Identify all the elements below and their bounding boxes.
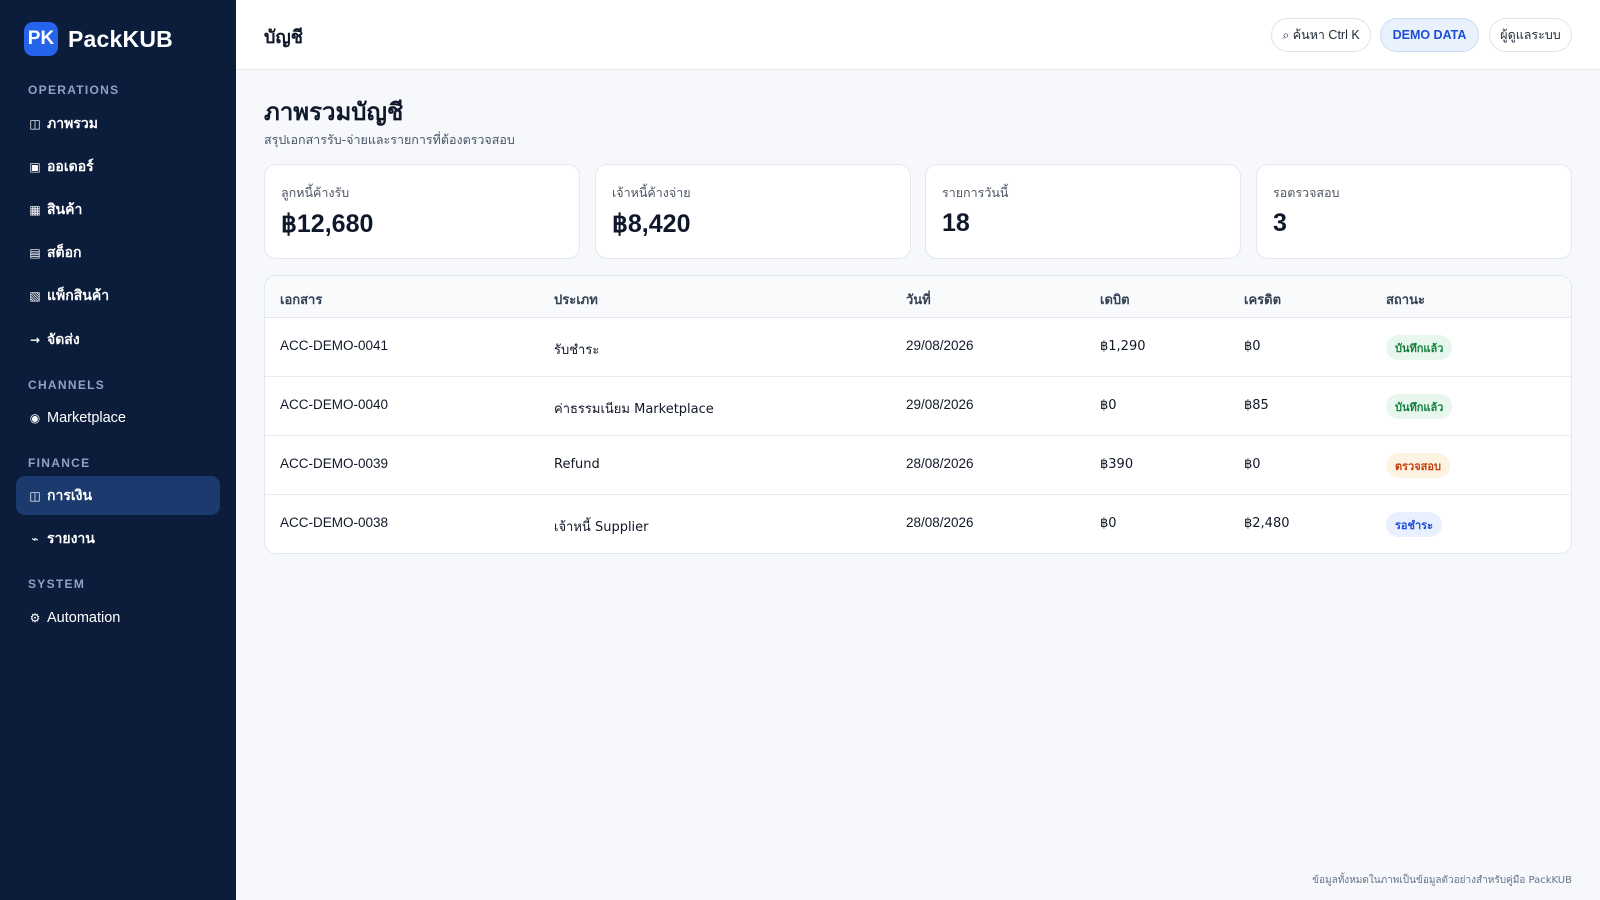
user-menu-button[interactable]: ผู้ดูแลระบบ	[1489, 18, 1572, 52]
cell-document: ACC-DEMO-0041	[280, 338, 389, 353]
sidebar-item-orders[interactable]: ▣ ออเดอร์	[16, 147, 220, 186]
cell-type: รับชำระ	[554, 343, 600, 358]
cell-document: ACC-DEMO-0038	[280, 515, 389, 530]
status-badge: ตรวจสอบ	[1386, 453, 1450, 478]
stat-value: 18	[942, 209, 970, 237]
sidebar-item-automation[interactable]: ⚙ Automation	[16, 598, 220, 637]
demo-data-button[interactable]: DEMO DATA	[1380, 18, 1479, 52]
page-title: ภาพรวมบัญชี	[264, 98, 404, 126]
brand-logo: PK	[24, 22, 58, 56]
dashboard-icon: ◫	[29, 116, 41, 131]
sidebar-item-label: ออเดอร์	[47, 158, 94, 175]
table-row[interactable]: ACC-DEMO-0040 ค่าธรรมเนียม Marketplace 2…	[265, 377, 1571, 436]
sidebar-item-shipping[interactable]: → จัดส่ง	[16, 320, 220, 359]
cell-date: 29/08/2026	[906, 338, 974, 353]
cell-debit: ฿0	[1100, 516, 1117, 531]
sidebar-item-label: ภาพรวม	[47, 115, 98, 132]
sidebar-item-overview[interactable]: ◫ ภาพรวม	[16, 104, 220, 143]
cell-debit: ฿0	[1100, 398, 1117, 413]
section-label-system: SYSTEM	[28, 577, 86, 591]
cell-credit: ฿85	[1244, 398, 1269, 413]
column-header-type[interactable]: ประเภท	[554, 289, 598, 310]
orders-icon: ▣	[29, 159, 41, 174]
brand-name: PackKUB	[68, 25, 173, 52]
stat-card-today: รายการวันนี้ 18	[925, 164, 1241, 259]
cell-date: 28/08/2026	[906, 515, 974, 530]
table-row[interactable]: ACC-DEMO-0039 Refund 28/08/2026 ฿390 ฿0 …	[265, 436, 1571, 495]
stat-label: เจ้าหนี้ค้างจ่าย	[612, 185, 691, 200]
column-header-credit[interactable]: เครดิต	[1244, 289, 1281, 310]
accounts-table: เอกสาร ประเภท วันที่ เดบิต เครดิต สถานะ …	[264, 275, 1572, 554]
reports-icon: ⌁	[31, 531, 39, 546]
column-header-date[interactable]: วันที่	[906, 289, 931, 310]
stat-value: ฿12,680	[281, 210, 374, 238]
cell-document: ACC-DEMO-0040	[280, 397, 389, 412]
stat-card-payable: เจ้าหนี้ค้างจ่าย ฿8,420	[595, 164, 911, 259]
stat-value: 3	[1273, 209, 1287, 237]
stat-label: รายการวันนี้	[942, 185, 1009, 200]
section-label-operations: OPERATIONS	[28, 83, 120, 97]
sidebar-item-label: สต็อก	[47, 244, 82, 261]
sidebar-item-finance[interactable]: ◫ การเงิน	[16, 476, 220, 515]
sidebar-item-label: Automation	[47, 609, 121, 626]
stat-card-receivable: ลูกหนี้ค้างรับ ฿12,680	[264, 164, 580, 259]
column-header-debit[interactable]: เดบิต	[1100, 289, 1130, 310]
topbar-title: บัญชี	[264, 27, 303, 48]
stat-label: ลูกหนี้ค้างรับ	[281, 185, 350, 200]
stock-icon: ▤	[29, 245, 41, 260]
stat-value: ฿8,420	[612, 210, 691, 238]
sidebar-item-label: Marketplace	[47, 409, 126, 426]
table-header: เอกสาร ประเภท วันที่ เดบิต เครดิต สถานะ	[265, 276, 1571, 318]
status-badge: บันทึกแล้ว	[1386, 335, 1453, 360]
sidebar-item-products[interactable]: ▦ สินค้า	[16, 190, 220, 229]
cell-debit: ฿390	[1100, 457, 1134, 472]
sidebar-item-label: แพ็กสินค้า	[47, 287, 110, 304]
cell-document: ACC-DEMO-0039	[280, 456, 389, 471]
stat-label: รอตรวจสอบ	[1273, 185, 1340, 200]
sidebar-item-stock[interactable]: ▤ สต็อก	[16, 233, 220, 272]
sidebar-item-label: สินค้า	[47, 201, 83, 218]
section-label-channels: CHANNELS	[28, 378, 106, 392]
cell-debit: ฿1,290	[1100, 339, 1146, 354]
section-label-finance: FINANCE	[28, 456, 91, 470]
sidebar-item-label: การเงิน	[47, 487, 93, 504]
cell-credit: ฿0	[1244, 457, 1261, 472]
stat-card-pending-review: รอตรวจสอบ 3	[1256, 164, 1572, 259]
cell-credit: ฿0	[1244, 339, 1261, 354]
cell-type: เจ้าหนี้ Supplier	[554, 520, 649, 535]
column-header-status[interactable]: สถานะ	[1386, 289, 1425, 310]
cell-date: 28/08/2026	[906, 456, 974, 471]
column-header-document[interactable]: เอกสาร	[280, 289, 322, 310]
cell-type: Refund	[554, 457, 600, 472]
sidebar-item-label: จัดส่ง	[47, 331, 80, 348]
products-icon: ▦	[29, 202, 41, 217]
radio-dot-icon: ◉	[29, 410, 41, 425]
packing-icon: ▧	[29, 288, 41, 303]
sidebar-item-marketplace[interactable]: ◉ Marketplace	[16, 398, 220, 437]
footer-note: ข้อมูลทั้งหมดในภาพเป็นข้อมูลตัวอย่างสำหร…	[1312, 875, 1572, 886]
table-row[interactable]: ACC-DEMO-0041 รับชำระ 29/08/2026 ฿1,290 …	[265, 318, 1571, 377]
page-subtitle: สรุปเอกสารรับ-จ่ายและรายการที่ต้องตรวจสอ…	[264, 132, 515, 147]
status-badge: บันทึกแล้ว	[1386, 394, 1453, 419]
sidebar-item-label: รายงาน	[47, 530, 95, 547]
finance-icon: ◫	[29, 488, 41, 503]
arrow-right-icon: →	[29, 332, 41, 347]
table-row[interactable]: ACC-DEMO-0038 เจ้าหนี้ Supplier 28/08/20…	[265, 495, 1571, 553]
sidebar: PK PackKUB OPERATIONS ◫ ภาพรวม ▣ ออเดอร์…	[0, 0, 236, 900]
search-button[interactable]: ⌕ ค้นหา Ctrl K	[1271, 18, 1371, 52]
cell-type: ค่าธรรมเนียม Marketplace	[554, 402, 714, 417]
topbar: บัญชี ⌕ ค้นหา Ctrl K DEMO DATA ผู้ดูแลระ…	[236, 0, 1600, 70]
sidebar-item-reports[interactable]: ⌁ รายงาน	[16, 519, 220, 558]
sidebar-item-packing[interactable]: ▧ แพ็กสินค้า	[16, 276, 220, 315]
cell-date: 29/08/2026	[906, 397, 974, 412]
status-badge: รอชำระ	[1386, 512, 1442, 537]
cell-credit: ฿2,480	[1244, 516, 1290, 531]
brand[interactable]: PK PackKUB	[24, 22, 173, 56]
gear-icon: ⚙	[29, 610, 41, 625]
